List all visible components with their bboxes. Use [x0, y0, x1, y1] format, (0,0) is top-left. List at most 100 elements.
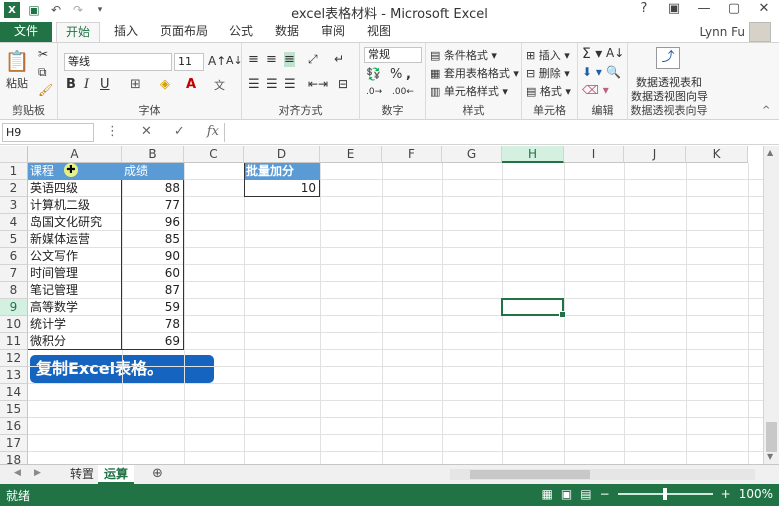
more-icon[interactable]: ⋮: [106, 124, 119, 139]
number-format-select[interactable]: 常规: [364, 47, 422, 63]
row-header-6[interactable]: 6: [0, 248, 28, 265]
orientation-icon[interactable]: ⤢: [308, 52, 318, 67]
row-header-1[interactable]: 1: [0, 163, 28, 180]
zoom-in-icon[interactable]: +: [721, 487, 731, 501]
underline-icon[interactable]: U: [100, 77, 110, 92]
row-header-13[interactable]: 13: [0, 367, 28, 384]
add-sheet-icon[interactable]: ⊕: [152, 466, 163, 481]
wrap-text-icon[interactable]: ↵: [334, 52, 344, 66]
sheet-tab-calc[interactable]: 运算: [98, 465, 135, 484]
select-all-corner[interactable]: [0, 146, 28, 163]
course-cell[interactable]: 微积分: [28, 333, 122, 350]
increase-decimal-icon[interactable]: .0→: [366, 87, 382, 97]
copy-icon[interactable]: ⧉: [38, 65, 47, 80]
column-header-d[interactable]: D: [244, 146, 320, 163]
italic-icon[interactable]: I: [84, 77, 89, 92]
name-box[interactable]: H9: [2, 123, 94, 142]
column-header-a[interactable]: A: [28, 146, 122, 163]
conditional-format-button[interactable]: ▤ 条件格式 ▾: [430, 47, 497, 63]
align-bottom-icon[interactable]: ≡: [284, 52, 295, 67]
prev-sheet-icon[interactable]: ◀: [14, 468, 21, 478]
autosum-icon[interactable]: Σ ▾: [582, 46, 602, 62]
column-header-c[interactable]: C: [184, 146, 244, 163]
page-layout-view-icon[interactable]: ▣: [561, 487, 572, 501]
zoom-slider[interactable]: [617, 488, 713, 500]
row-header-16[interactable]: 16: [0, 418, 28, 435]
indent-icon[interactable]: ⇤⇥: [308, 77, 328, 91]
tab-home[interactable]: 开始: [56, 22, 100, 42]
vertical-scrollbar[interactable]: ▲ ▼: [763, 146, 779, 464]
align-middle-icon[interactable]: ≡: [266, 52, 277, 67]
row-header-12[interactable]: 12: [0, 350, 28, 367]
sheet-tab-transpose[interactable]: 转置: [64, 465, 100, 484]
close-icon[interactable]: ✕: [755, 1, 773, 16]
row-header-10[interactable]: 10: [0, 316, 28, 333]
course-cell[interactable]: 计算机二级: [28, 197, 122, 214]
format-cells-button[interactable]: ▤ 格式 ▾: [526, 83, 571, 99]
clear-icon[interactable]: ⌫ ▾: [582, 83, 609, 97]
cancel-icon[interactable]: ✕: [141, 124, 152, 139]
row-header-8[interactable]: 8: [0, 282, 28, 299]
horizontal-scroll-thumb[interactable]: [470, 470, 590, 479]
score-cell[interactable]: 88: [122, 180, 184, 197]
score-cell[interactable]: 90: [122, 248, 184, 265]
cut-icon[interactable]: ✂: [38, 47, 48, 61]
pivot-wizard-icon[interactable]: ⤴: [656, 47, 680, 69]
score-cell[interactable]: 69: [122, 333, 184, 350]
comma-icon[interactable]: ,: [406, 67, 411, 82]
decrease-decimal-icon[interactable]: .00←: [392, 87, 414, 97]
course-cell[interactable]: 时间管理: [28, 265, 122, 282]
course-cell[interactable]: 高等数学: [28, 299, 122, 316]
zoom-out-icon[interactable]: −: [600, 487, 610, 501]
minimize-icon[interactable]: —: [695, 1, 713, 16]
align-top-icon[interactable]: ≡: [248, 52, 259, 67]
row-header-3[interactable]: 3: [0, 197, 28, 214]
vertical-scroll-thumb[interactable]: [766, 422, 777, 452]
insert-cells-button[interactable]: ⊞ 插入 ▾: [526, 47, 570, 63]
collapse-ribbon-icon[interactable]: ^: [762, 105, 770, 116]
merge-icon[interactable]: ⊟: [338, 77, 348, 91]
column-header-f[interactable]: F: [382, 146, 442, 163]
worksheet-grid[interactable]: 复制Excel表格。 A B C D E F G H I J K 1 2 3 4 5 6 7 8 9 10 11 12 13 1…: [0, 146, 763, 464]
tab-insert[interactable]: 插入: [106, 22, 146, 42]
row-header-15[interactable]: 15: [0, 401, 28, 418]
course-cell[interactable]: 公文写作: [28, 248, 122, 265]
user-account[interactable]: Lynn Fu: [699, 22, 771, 42]
course-cell[interactable]: 统计学: [28, 316, 122, 333]
font-color-icon[interactable]: A: [186, 77, 196, 92]
row-header-14[interactable]: 14: [0, 384, 28, 401]
zoom-level[interactable]: 100%: [739, 487, 773, 501]
score-cell[interactable]: 96: [122, 214, 184, 231]
phonetic-icon[interactable]: 文: [214, 77, 225, 93]
row-header-4[interactable]: 4: [0, 214, 28, 231]
row-header-9[interactable]: 9: [0, 299, 28, 316]
course-cell[interactable]: 英语四级: [28, 180, 122, 197]
align-center-icon[interactable]: ☰: [266, 77, 278, 92]
decrease-font-icon[interactable]: A↓: [226, 54, 243, 67]
help-icon[interactable]: ?: [635, 1, 653, 16]
column-header-k[interactable]: K: [686, 146, 748, 163]
scroll-down-icon[interactable]: ▼: [767, 452, 773, 461]
align-right-icon[interactable]: ☰: [284, 77, 296, 92]
fill-color-icon[interactable]: ◈: [160, 77, 170, 92]
row-header-17[interactable]: 17: [0, 435, 28, 452]
row-header-5[interactable]: 5: [0, 231, 28, 248]
score-cell[interactable]: 87: [122, 282, 184, 299]
horizontal-scrollbar[interactable]: [450, 469, 755, 480]
tab-review[interactable]: 审阅: [314, 22, 352, 42]
normal-view-icon[interactable]: ▦: [542, 487, 553, 501]
row-header-11[interactable]: 11: [0, 333, 28, 350]
format-painter-icon[interactable]: 🖌: [38, 83, 53, 97]
cell-d2-batch-value[interactable]: 10: [244, 180, 320, 197]
maximize-icon[interactable]: ▢: [725, 1, 743, 16]
currency-icon[interactable]: 💱: [366, 67, 381, 81]
column-header-h[interactable]: H: [502, 146, 564, 163]
row-header-2[interactable]: 2: [0, 180, 28, 197]
find-select-icon[interactable]: 🔍: [606, 65, 621, 79]
course-cell[interactable]: 笔记管理: [28, 282, 122, 299]
paste-label[interactable]: 粘贴: [6, 75, 28, 91]
tab-data[interactable]: 数据: [268, 22, 306, 42]
tab-file[interactable]: 文件: [0, 22, 52, 42]
column-header-b[interactable]: B: [122, 146, 184, 163]
font-name-select[interactable]: 等线: [64, 53, 172, 71]
